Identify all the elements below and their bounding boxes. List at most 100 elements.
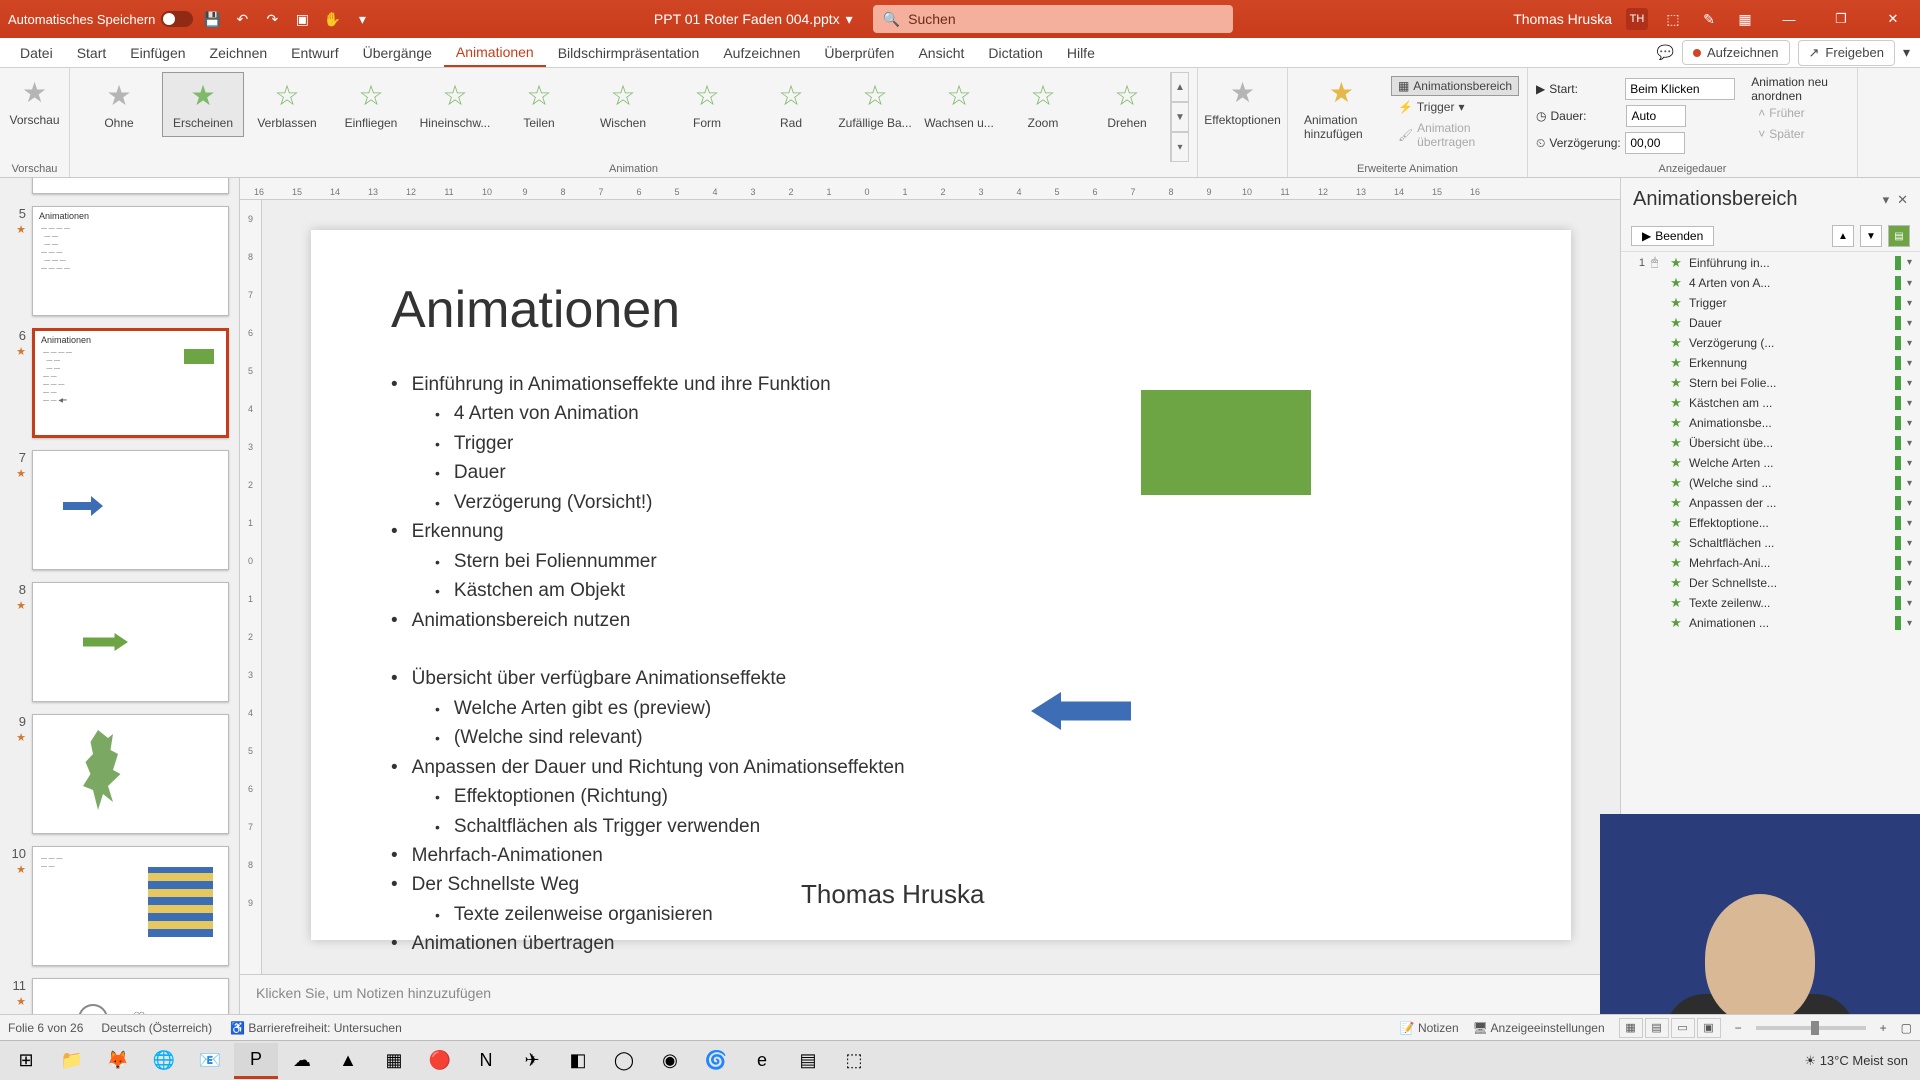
slide-author[interactable]: Thomas Hruska <box>801 879 985 910</box>
filename-dropdown[interactable]: PPT 01 Roter Faden 004.pptx▾ <box>654 11 853 28</box>
anim-grow[interactable]: ☆Wachsen u... <box>918 72 1000 137</box>
taskbar-powerpoint-icon[interactable]: P <box>234 1043 278 1079</box>
taskbar-app3-icon[interactable]: 🔴 <box>418 1043 462 1079</box>
minimize-button[interactable]: — <box>1770 0 1808 38</box>
slide-thumbnails[interactable]: ★ — — —— — —— — 5★ Animationen— — — — — … <box>0 178 240 1014</box>
animation-list-item[interactable]: ★(Welche sind ...▾ <box>1621 473 1920 493</box>
zoom-fit-button[interactable]: ▢ <box>1901 1021 1912 1035</box>
ribbon-options-icon[interactable]: ▾ <box>1903 44 1910 61</box>
taskbar-app8-icon[interactable]: ▤ <box>786 1043 830 1079</box>
anim-move-down-button[interactable]: ▼ <box>1860 225 1882 247</box>
taskbar-telegram-icon[interactable]: ✈ <box>510 1043 554 1079</box>
status-language[interactable]: Deutsch (Österreich) <box>101 1021 212 1035</box>
redo-icon[interactable]: ↷ <box>261 8 283 30</box>
qat-more-icon[interactable]: ▾ <box>351 8 373 30</box>
move-earlier-button[interactable]: ˄ Früher <box>1751 103 1849 123</box>
thumbnail-6[interactable]: Animationen— — — — — — — —— —— — —— —— —… <box>32 328 229 438</box>
gallery-up-button[interactable]: ▲ <box>1171 72 1189 102</box>
taskbar-weather[interactable]: ☀ 13°C Meist son <box>1804 1053 1908 1069</box>
thumbnail-prev[interactable]: — — —— — —— — <box>32 178 229 194</box>
animation-list-item[interactable]: 1🖱★Einführung in...▾ <box>1621 252 1920 273</box>
anim-none[interactable]: ★Ohne <box>78 72 160 137</box>
taskbar-chrome-icon[interactable]: 🌐 <box>142 1043 186 1079</box>
slide[interactable]: Animationen Einführung in Animationseffe… <box>311 230 1571 940</box>
animation-list-item[interactable]: ★Welche Arten ...▾ <box>1621 453 1920 473</box>
animation-list-item[interactable]: ★Animationsbe...▾ <box>1621 413 1920 433</box>
duration-input[interactable] <box>1626 105 1686 127</box>
tab-file[interactable]: Datei <box>8 38 65 67</box>
green-rectangle-shape[interactable] <box>1141 390 1311 495</box>
anim-float[interactable]: ☆Hineinschw... <box>414 72 496 137</box>
thumbnail-8[interactable] <box>32 582 229 702</box>
pane-options-icon[interactable]: ▾ <box>1883 192 1890 208</box>
thumbnail-7[interactable] <box>32 450 229 570</box>
animation-painter-button[interactable]: 🖌 Animation übertragen <box>1391 118 1519 152</box>
taskbar-onenote-icon[interactable]: N <box>464 1043 508 1079</box>
coming-soon-icon[interactable]: ⬚ <box>1662 8 1684 30</box>
tab-view[interactable]: Ansicht <box>906 38 976 67</box>
taskbar-app2-icon[interactable]: ▦ <box>372 1043 416 1079</box>
animation-list-item[interactable]: ★Dauer▾ <box>1621 313 1920 333</box>
animation-list-item[interactable]: ★Effektoptione...▾ <box>1621 513 1920 533</box>
anim-shape[interactable]: ☆Form <box>666 72 748 137</box>
zoom-out-button[interactable]: − <box>1735 1021 1742 1035</box>
add-animation-button[interactable]: ★ Animation hinzufügen <box>1296 72 1387 152</box>
zoom-slider[interactable] <box>1756 1026 1866 1030</box>
gallery-more-button[interactable]: ▾ <box>1171 132 1189 162</box>
animation-list-item[interactable]: ★Übersicht übe...▾ <box>1621 433 1920 453</box>
tab-help[interactable]: Hilfe <box>1055 38 1107 67</box>
view-slideshow-button[interactable]: ▣ <box>1697 1018 1721 1038</box>
pane-close-icon[interactable]: ✕ <box>1897 192 1908 208</box>
autosave-switch-icon[interactable] <box>161 11 193 27</box>
vertical-ruler[interactable]: 9876543210123456789 <box>240 200 262 974</box>
thumbnail-9[interactable] <box>32 714 229 834</box>
animation-gallery[interactable]: ★Ohne ★Erscheinen ☆Verblassen ☆Einfliege… <box>78 72 1189 162</box>
anim-appear[interactable]: ★Erscheinen <box>162 72 244 137</box>
thumbnail-11[interactable]: ♡ <box>32 978 229 1014</box>
anim-expand-button[interactable]: ▤ <box>1888 225 1910 247</box>
animation-list-item[interactable]: ★Verzögerung (...▾ <box>1621 333 1920 353</box>
close-button[interactable]: ✕ <box>1874 0 1912 38</box>
tab-design[interactable]: Entwurf <box>279 38 350 67</box>
thumbnail-10[interactable]: — — —— — <box>32 846 229 966</box>
save-icon[interactable]: 💾 <box>201 8 223 30</box>
animation-list-item[interactable]: ★Schaltflächen ...▾ <box>1621 533 1920 553</box>
gallery-down-button[interactable]: ▼ <box>1171 102 1189 132</box>
user-name[interactable]: Thomas Hruska <box>1513 11 1612 27</box>
tab-draw[interactable]: Zeichnen <box>198 38 280 67</box>
tab-record[interactable]: Aufzeichnen <box>711 38 812 67</box>
anim-fade[interactable]: ☆Verblassen <box>246 72 328 137</box>
delay-input[interactable] <box>1625 132 1685 154</box>
tab-home[interactable]: Start <box>65 38 119 67</box>
slide-canvas[interactable]: Animationen Einführung in Animationseffe… <box>262 200 1620 974</box>
taskbar-explorer-icon[interactable]: 📁 <box>50 1043 94 1079</box>
taskbar-outlook-icon[interactable]: 📧 <box>188 1043 232 1079</box>
search-input[interactable]: 🔍 Suchen <box>873 5 1233 33</box>
tab-insert[interactable]: Einfügen <box>118 38 197 67</box>
slide-content[interactable]: Einführung in Animationseffekte und ihre… <box>391 370 1491 959</box>
move-later-button[interactable]: ˅ Später <box>1751 124 1849 144</box>
undo-icon[interactable]: ↶ <box>231 8 253 30</box>
animation-pane-button[interactable]: ▦ Animationsbereich <box>1391 76 1519 96</box>
effect-options-button[interactable]: ★ Effektoptionen <box>1196 72 1289 131</box>
horizontal-ruler[interactable]: 1615141312111098765432101234567891011121… <box>240 178 1620 200</box>
start-menu-button[interactable]: ⊞ <box>4 1043 48 1079</box>
display-settings-button[interactable]: 🖥 Anzeigeeinstellungen <box>1473 1021 1605 1035</box>
user-avatar[interactable]: TH <box>1626 8 1648 30</box>
play-all-button[interactable]: ▶ Beenden <box>1631 226 1714 246</box>
animation-list-item[interactable]: ★4 Arten von A...▾ <box>1621 273 1920 293</box>
share-button[interactable]: ↗Freigeben <box>1798 40 1895 66</box>
animation-list-item[interactable]: ★Stern bei Folie...▾ <box>1621 373 1920 393</box>
notes-toggle[interactable]: 📝 Notizen <box>1400 1021 1459 1035</box>
touch-mode-icon[interactable]: ✋ <box>321 8 343 30</box>
taskbar-app5-icon[interactable]: ◯ <box>602 1043 646 1079</box>
anim-zoom[interactable]: ☆Zoom <box>1002 72 1084 137</box>
view-sorter-button[interactable]: ▤ <box>1645 1018 1669 1038</box>
tab-review[interactable]: Überprüfen <box>812 38 906 67</box>
tab-animations[interactable]: Animationen <box>444 38 546 67</box>
record-button[interactable]: Aufzeichnen <box>1682 40 1790 65</box>
taskbar-edge-icon[interactable]: e <box>740 1043 784 1079</box>
tab-dictation[interactable]: Dictation <box>976 38 1054 67</box>
autosave-toggle[interactable]: Automatisches Speichern <box>8 11 193 27</box>
from-beginning-icon[interactable]: ▣ <box>291 8 313 30</box>
